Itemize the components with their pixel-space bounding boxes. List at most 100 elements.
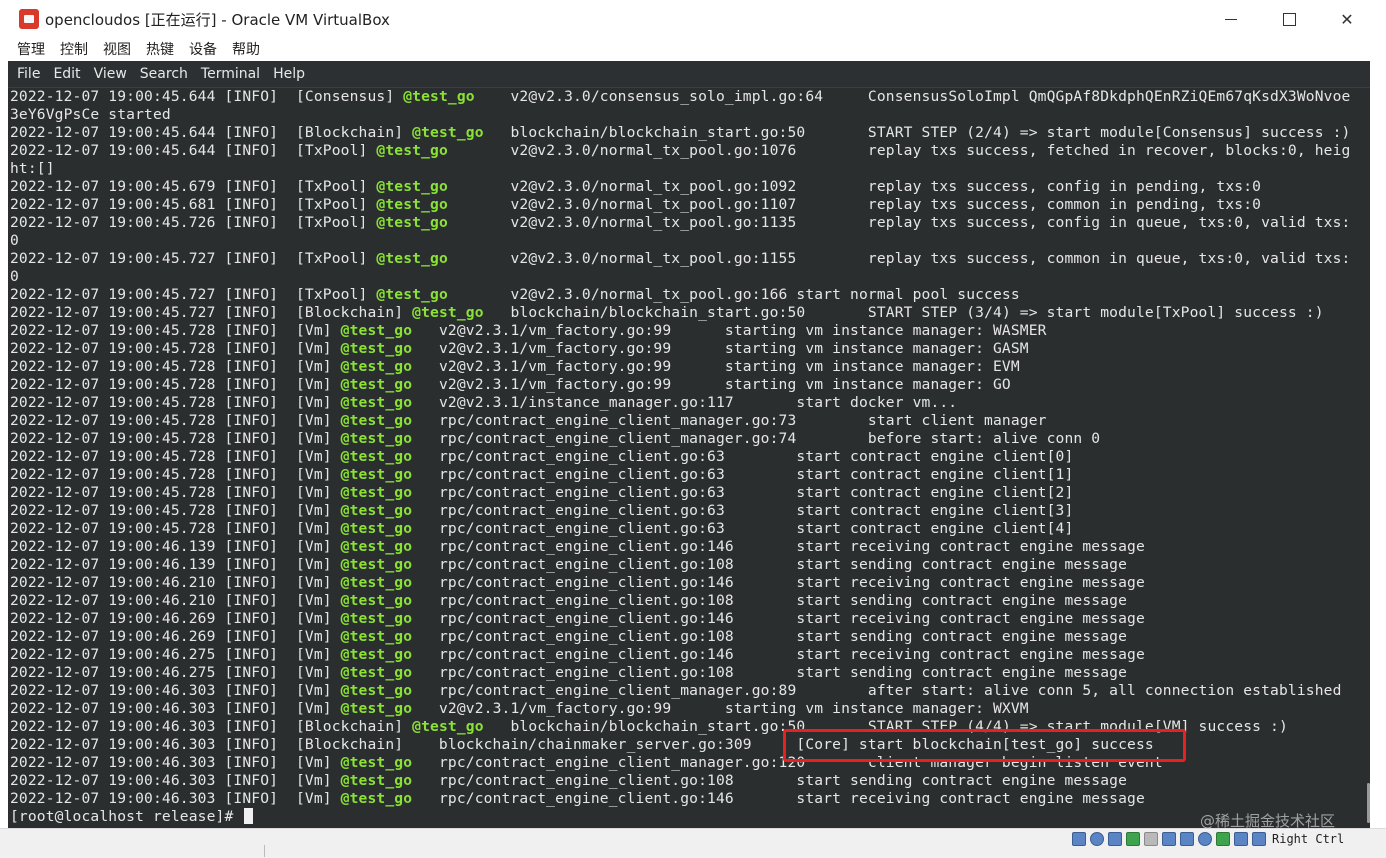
annotation-highlight-box <box>783 729 1186 762</box>
log-text: 2022-12-07 19:00:45.728 [INFO] [Vm] <box>10 322 341 339</box>
log-text: 2022-12-07 19:00:46.303 [INFO] [Vm] <box>10 772 341 789</box>
terminal-menu-search[interactable]: Search <box>140 66 188 82</box>
video-capture-icon[interactable] <box>1198 832 1212 846</box>
close-icon: ✕ <box>1340 9 1354 29</box>
terminal-line: 2022-12-07 19:00:45.727 [INFO] [Blockcha… <box>10 304 1368 322</box>
mouse-integration-icon[interactable] <box>1234 832 1248 846</box>
log-text: 2022-12-07 19:00:45.644 [INFO] [TxPool] <box>10 142 377 159</box>
chain-tag: @test_go <box>403 88 475 105</box>
keyboard-capture-icon[interactable] <box>1252 832 1266 846</box>
menu-help[interactable]: 帮助 <box>232 39 260 59</box>
menu-control[interactable]: 控制 <box>60 39 88 59</box>
chain-tag: @test_go <box>340 664 413 681</box>
chain-tag: @test_go <box>340 340 413 357</box>
usb-icon[interactable] <box>1144 832 1158 846</box>
cpu-icon[interactable] <box>1216 832 1230 846</box>
guest-screen[interactable]: File Edit View Search Terminal Help 2022… <box>8 61 1370 828</box>
terminal-line: 2022-12-07 19:00:45.728 [INFO] [Vm] @tes… <box>10 430 1368 448</box>
chain-tag: @test_go <box>340 466 413 483</box>
terminal-line: 2022-12-07 19:00:46.210 [INFO] [Vm] @tes… <box>10 592 1368 610</box>
terminal-line: 2022-12-07 19:00:46.303 [INFO] [Vm] @tes… <box>10 790 1368 808</box>
menu-machine[interactable]: 管理 <box>17 39 45 59</box>
log-text: rpc/contract_engine_client.go:108 start … <box>412 664 1128 681</box>
terminal-menu-terminal[interactable]: Terminal <box>201 66 260 82</box>
log-text: 2022-12-07 19:00:45.728 [INFO] [Vm] <box>10 484 341 501</box>
minimize-button[interactable] <box>1202 0 1260 38</box>
log-text: 2022-12-07 19:00:46.303 [INFO] [Vm] <box>10 790 341 807</box>
log-text: 2022-12-07 19:00:46.303 [INFO] [Vm] <box>10 700 341 717</box>
log-text: 0 <box>10 232 19 249</box>
terminal-menu-view[interactable]: View <box>94 66 127 82</box>
chain-tag: @test_go <box>376 214 448 231</box>
vbox-menubar: 管理 控制 视图 热键 设备 帮助 <box>0 38 1386 60</box>
network-icon[interactable] <box>1126 832 1140 846</box>
log-text: rpc/contract_engine_client.go:108 start … <box>412 556 1128 573</box>
log-text: 2022-12-07 19:00:46.210 [INFO] [Vm] <box>10 574 341 591</box>
log-text: v2@v2.3.0/normal_tx_pool.go:1092 replay … <box>447 178 1262 195</box>
log-text: 2022-12-07 19:00:45.728 [INFO] [Vm] <box>10 448 341 465</box>
terminal-scrollbar[interactable] <box>1367 783 1370 823</box>
log-text: 2022-12-07 19:00:46.269 [INFO] [Vm] <box>10 610 341 627</box>
log-text: v2@v2.3.0/normal_tx_pool.go:1076 replay … <box>447 142 1351 159</box>
log-text: rpc/contract_engine_client.go:146 start … <box>412 538 1145 555</box>
log-text: rpc/contract_engine_client.go:63 start c… <box>412 448 1074 465</box>
terminal-menu-edit[interactable]: Edit <box>53 66 80 82</box>
log-text: 2022-12-07 19:00:46.139 [INFO] [Vm] <box>10 556 341 573</box>
audio-icon[interactable] <box>1108 832 1122 846</box>
log-text: ht:[] <box>10 160 55 177</box>
terminal-line: 2022-12-07 19:00:45.644 [INFO] [Consensu… <box>10 88 1368 106</box>
log-text: 0 <box>10 268 19 285</box>
shared-folder-icon[interactable] <box>1162 832 1176 846</box>
terminal-menu-file[interactable]: File <box>17 66 40 82</box>
terminal-line: 2022-12-07 19:00:46.269 [INFO] [Vm] @tes… <box>10 610 1368 628</box>
terminal-line: 2022-12-07 19:00:45.728 [INFO] [Vm] @tes… <box>10 502 1368 520</box>
log-text: 2022-12-07 19:00:45.679 [INFO] [TxPool] <box>10 178 377 195</box>
terminal-line: 2022-12-07 19:00:45.727 [INFO] [TxPool] … <box>10 286 1368 304</box>
chain-tag: @test_go <box>340 394 413 411</box>
terminal-output[interactable]: 2022-12-07 19:00:45.644 [INFO] [Consensu… <box>10 88 1368 828</box>
chain-tag: @test_go <box>412 124 484 141</box>
hard-disk-icon[interactable] <box>1072 832 1086 846</box>
terminal-line: 3eY6VgPsCe started <box>10 106 1368 124</box>
log-text: 2022-12-07 19:00:45.728 [INFO] [Vm] <box>10 520 341 537</box>
terminal-line: 2022-12-07 19:00:46.275 [INFO] [Vm] @tes… <box>10 646 1368 664</box>
log-text: v2@v2.3.1/vm_factory.go:99 starting vm i… <box>412 358 1020 375</box>
chain-tag: @test_go <box>340 790 413 807</box>
terminal-line: 2022-12-07 19:00:45.728 [INFO] [Vm] @tes… <box>10 376 1368 394</box>
chain-tag: @test_go <box>340 754 413 771</box>
terminal-menu-help[interactable]: Help <box>273 66 305 82</box>
log-text: rpc/contract_engine_client.go:108 start … <box>412 592 1128 609</box>
maximize-button[interactable] <box>1260 0 1318 38</box>
chain-tag: @test_go <box>340 556 413 573</box>
chain-tag: @test_go <box>340 646 413 663</box>
chain-tag: @test_go <box>340 628 413 645</box>
chain-tag: @test_go <box>340 682 413 699</box>
log-text: v2@v2.3.1/vm_factory.go:99 starting vm i… <box>412 376 1011 393</box>
terminal-line: ht:[] <box>10 160 1368 178</box>
menu-view[interactable]: 视图 <box>103 39 131 59</box>
display-icon[interactable] <box>1180 832 1194 846</box>
terminal-line: 2022-12-07 19:00:45.681 [INFO] [TxPool] … <box>10 196 1368 214</box>
terminal-line: 2022-12-07 19:00:45.679 [INFO] [TxPool] … <box>10 178 1368 196</box>
shell-prompt-line[interactable]: [root@localhost release]# <box>10 808 1368 826</box>
terminal-line: 2022-12-07 19:00:45.727 [INFO] [TxPool] … <box>10 250 1368 268</box>
chain-tag: @test_go <box>340 520 413 537</box>
virtualbox-app-icon <box>19 9 39 29</box>
log-text: 2022-12-07 19:00:46.303 [INFO] [Blockcha… <box>10 718 413 735</box>
optical-drive-icon[interactable] <box>1090 832 1104 846</box>
log-text: v2@v2.3.0/normal_tx_pool.go:1135 replay … <box>447 214 1351 231</box>
log-text: 2022-12-07 19:00:45.726 [INFO] [TxPool] <box>10 214 377 231</box>
chain-tag: @test_go <box>340 610 413 627</box>
terminal-line: 0 <box>10 268 1368 286</box>
chain-tag: @test_go <box>376 196 448 213</box>
log-text: rpc/contract_engine_client_manager.go:74… <box>412 430 1101 447</box>
log-text: rpc/contract_engine_client_manager.go:73… <box>412 412 1047 429</box>
log-text: v2@v2.3.1/instance_manager.go:117 start … <box>412 394 958 411</box>
menu-hotkeys[interactable]: 热键 <box>146 39 174 59</box>
terminal-line: 2022-12-07 19:00:46.139 [INFO] [Vm] @tes… <box>10 538 1368 556</box>
menu-devices[interactable]: 设备 <box>189 39 217 59</box>
terminal-line: 2022-12-07 19:00:46.303 [INFO] [Vm] @tes… <box>10 682 1368 700</box>
close-button[interactable]: ✕ <box>1318 0 1376 38</box>
chain-tag: @test_go <box>340 358 413 375</box>
terminal-line: 2022-12-07 19:00:46.275 [INFO] [Vm] @tes… <box>10 664 1368 682</box>
